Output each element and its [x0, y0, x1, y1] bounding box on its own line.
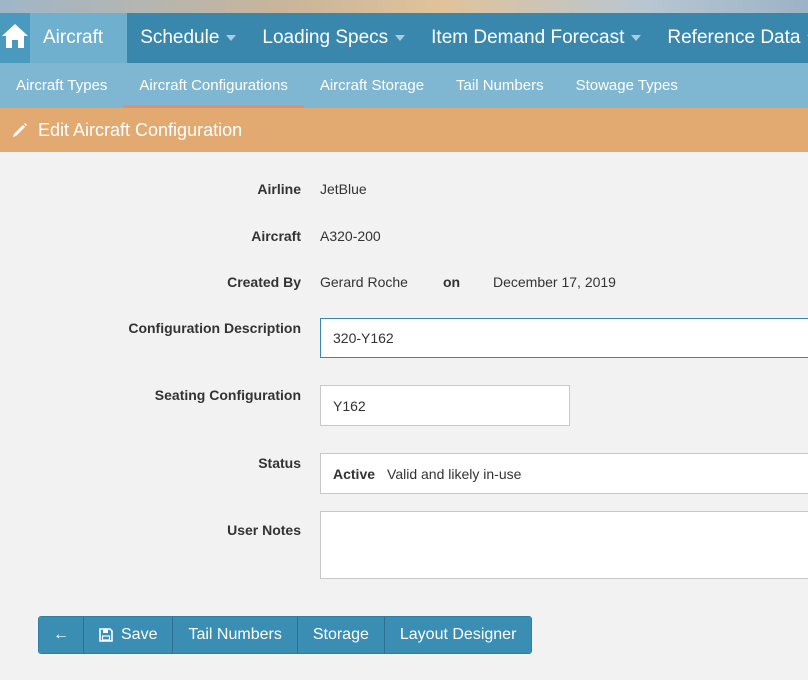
page-title: Edit Aircraft Configuration [38, 119, 243, 140]
airline-value: JetBlue [320, 181, 367, 197]
created-by-label: Created By [227, 274, 301, 290]
sub-nav-tail-numbers[interactable]: Tail Numbers [440, 63, 560, 108]
airline-label: Airline [257, 181, 301, 197]
config-description-input[interactable]: 320-Y162 [320, 318, 808, 358]
tail-numbers-button-label: Tail Numbers [188, 626, 282, 643]
back-button[interactable]: ← [39, 617, 84, 653]
seating-configuration-input[interactable]: Y162 [320, 385, 570, 426]
header-banner-image [0, 0, 808, 13]
user-notes-label: User Notes [227, 522, 301, 538]
top-nav: Aircraft Schedule Loading Specs Item Dem… [0, 13, 808, 63]
home-button[interactable] [0, 13, 30, 63]
sub-nav-label: Aircraft Types [16, 77, 108, 94]
aircraft-label: Aircraft [251, 228, 301, 244]
storage-button-label: Storage [312, 626, 369, 643]
tail-numbers-button[interactable]: Tail Numbers [173, 617, 298, 653]
top-nav-item-demand-forecast[interactable]: Item Demand Forecast [418, 13, 654, 63]
seating-configuration-value: Y162 [333, 397, 366, 414]
sub-nav-stowage-types[interactable]: Stowage Types [560, 63, 694, 108]
save-button-label: Save [121, 626, 158, 643]
top-nav-loading-specs[interactable]: Loading Specs [249, 13, 418, 63]
page-title-bar: Edit Aircraft Configuration [0, 108, 808, 152]
top-nav-label: Item Demand Forecast [431, 27, 625, 48]
arrow-left-icon: ← [53, 626, 69, 643]
user-notes-textarea[interactable] [320, 511, 808, 579]
caret-down-icon [631, 35, 642, 41]
created-on-label: on [443, 274, 461, 290]
top-nav-aircraft[interactable]: Aircraft [30, 13, 128, 63]
floppy-disk-icon [99, 628, 113, 642]
status-select[interactable]: Active Valid and likely in-use [320, 453, 808, 494]
caret-down-icon [226, 35, 237, 41]
home-icon [0, 22, 30, 55]
top-nav-schedule[interactable]: Schedule [127, 13, 249, 63]
status-value: Active [333, 465, 376, 482]
top-nav-label: Schedule [140, 27, 220, 48]
aircraft-value: A320-200 [320, 228, 381, 244]
layout-designer-button[interactable]: Layout Designer [384, 617, 532, 653]
config-description-label: Configuration Description [128, 320, 301, 336]
sub-nav-aircraft-types[interactable]: Aircraft Types [0, 63, 123, 108]
sub-nav: Aircraft Types Aircraft Configurations A… [0, 63, 808, 108]
created-date-value: December 17, 2019 [493, 274, 616, 290]
pencil-icon [12, 122, 28, 138]
top-nav-label: Reference Data [667, 27, 801, 48]
action-button-bar: ← Save Tail Numbers Storage Layout Desig… [38, 616, 533, 654]
sub-nav-aircraft-storage[interactable]: Aircraft Storage [304, 63, 440, 108]
sub-nav-label: Aircraft Storage [319, 77, 425, 94]
sub-nav-label: Stowage Types [575, 77, 678, 94]
seating-configuration-label: Seating Configuration [154, 387, 301, 403]
top-nav-label: Loading Specs [262, 27, 389, 48]
save-button[interactable]: Save [84, 617, 174, 653]
caret-down-icon [395, 35, 406, 41]
top-nav-label: Aircraft [43, 27, 104, 48]
layout-designer-button-label: Layout Designer [399, 626, 517, 643]
storage-button[interactable]: Storage [297, 617, 385, 653]
sub-nav-label: Tail Numbers [456, 77, 544, 94]
created-by-value: Gerard Roche [320, 274, 408, 290]
config-description-value: 320-Y162 [333, 330, 394, 346]
top-nav-reference-data[interactable]: Reference Data [654, 13, 808, 63]
sub-nav-aircraft-configurations[interactable]: Aircraft Configurations [123, 63, 305, 108]
sub-nav-label: Aircraft Configurations [139, 77, 288, 94]
status-label: Status [258, 455, 301, 471]
status-description: Valid and likely in-use [387, 465, 522, 482]
